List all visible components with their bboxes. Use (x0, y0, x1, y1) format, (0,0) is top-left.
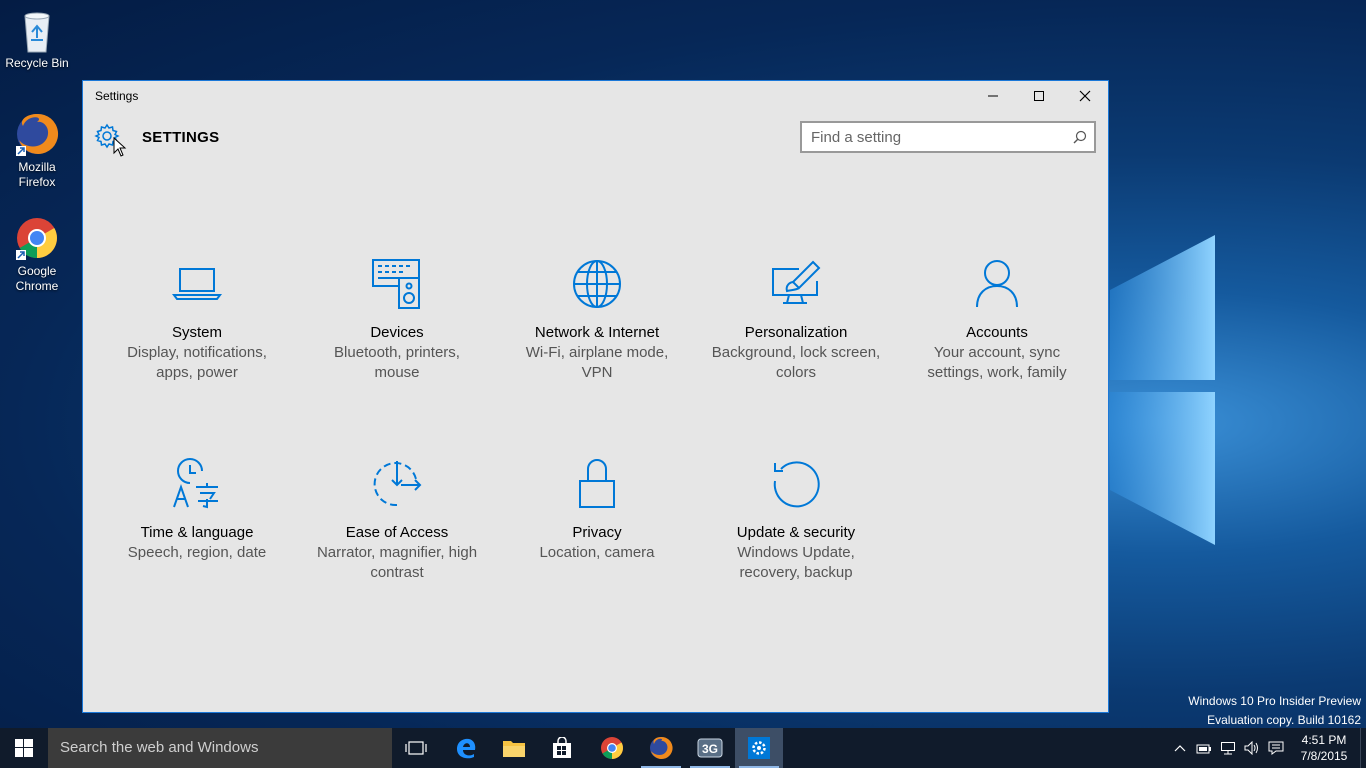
category-name: Network & Internet (534, 324, 660, 341)
build-watermark: Windows 10 Pro Insider Preview Evaluatio… (1188, 692, 1361, 730)
time-language-icon (173, 458, 218, 509)
firefox-icon (15, 112, 59, 156)
taskbar-store[interactable] (538, 728, 586, 768)
notification-icon (1268, 741, 1284, 755)
category-description: Bluetooth, printers, mouse (334, 344, 460, 381)
start-button[interactable] (0, 728, 48, 768)
category-update-security[interactable]: Update & security Windows Update, recove… (711, 457, 881, 583)
desktop-icon-label: Recycle Bin (5, 56, 69, 70)
task-view-button[interactable] (392, 728, 440, 768)
svg-text:3G: 3G (702, 742, 718, 756)
category-name: Personalization (744, 324, 848, 341)
category-network[interactable]: Network & Internet Wi-Fi, airplane mode,… (512, 257, 682, 383)
taskbar-search-box[interactable]: Search the web and Windows (48, 728, 392, 768)
category-description: Location, camera (539, 544, 655, 561)
speaker-icon (1244, 741, 1258, 755)
minimize-icon (988, 95, 998, 97)
battery-icon (1196, 744, 1211, 754)
category-description: Display, notifications, apps, power (127, 344, 267, 381)
category-description: Speech, region, date (127, 544, 267, 561)
taskbar: Search the web and Windows 3G 4:51 PM 7/… (0, 728, 1366, 768)
mouse-cursor (113, 137, 127, 157)
laptop-icon (172, 268, 222, 300)
taskbar-chrome[interactable] (588, 728, 636, 768)
category-system[interactable]: System Display, notifications, apps, pow… (112, 257, 282, 383)
devices-icon (372, 259, 420, 309)
close-icon (1079, 90, 1091, 102)
category-description: Wi-Fi, airplane mode, VPN (525, 344, 669, 381)
title-bar[interactable]: Settings (83, 81, 1108, 111)
show-desktop-button[interactable] (1360, 728, 1366, 768)
close-button[interactable] (1062, 81, 1108, 111)
store-icon (553, 737, 571, 758)
settings-header: SETTINGS (83, 111, 1108, 161)
globe-icon (573, 260, 621, 308)
volume-tray-button[interactable] (1240, 728, 1264, 768)
search-icon[interactable] (1066, 130, 1094, 144)
category-description: Narrator, magnifier, high contrast (316, 544, 478, 581)
search-input[interactable] (802, 123, 1066, 151)
folder-icon (503, 741, 525, 757)
category-privacy[interactable]: Privacy Location, camera (512, 457, 682, 563)
category-name: Ease of Access (345, 524, 449, 541)
category-accounts[interactable]: Accounts Your account, sync settings, wo… (912, 257, 1082, 383)
3g-app-icon: 3G (697, 738, 723, 758)
taskbar-firefox[interactable] (637, 728, 685, 768)
category-devices[interactable]: Devices Bluetooth, printers, mouse (312, 257, 482, 383)
lock-icon (579, 459, 615, 508)
desktop-icon-chrome[interactable]: Google Chrome (2, 216, 72, 294)
category-time-language[interactable]: Time & language Speech, region, date (112, 457, 282, 563)
ease-of-access-icon (373, 461, 422, 507)
page-title: SETTINGS (142, 129, 220, 146)
task-view-icon (405, 741, 427, 755)
maximize-button[interactable] (1016, 81, 1062, 111)
desktop-icon-recycle-bin[interactable]: Recycle Bin (2, 8, 72, 71)
category-name: Update & security (736, 524, 856, 541)
chevron-up-icon (1174, 745, 1186, 752)
category-description: Background, lock screen, colors (711, 344, 881, 381)
category-name: System (171, 324, 222, 341)
category-name: Time & language (140, 524, 254, 541)
taskbar-3g-app[interactable]: 3G (686, 728, 734, 768)
settings-window: Settings SETTINGS System (82, 80, 1109, 713)
clock[interactable]: 4:51 PM 7/8/2015 (1288, 728, 1360, 768)
taskbar-edge[interactable] (442, 728, 490, 768)
settings-gear-icon (748, 737, 770, 759)
category-description: Your account, sync settings, work, famil… (927, 344, 1067, 381)
find-setting-search[interactable] (800, 121, 1096, 153)
clock-date: 7/8/2015 (1300, 749, 1348, 763)
paintbrush-icon (772, 260, 821, 304)
desktop-icon-label: Mozilla Firefox (18, 160, 56, 189)
taskbar-settings[interactable] (735, 728, 783, 768)
watermark-line: Windows 10 Pro Insider Preview (1188, 694, 1361, 708)
edge-icon (457, 738, 476, 759)
category-name: Devices (370, 324, 424, 341)
window-title: Settings (95, 89, 139, 103)
taskbar-file-explorer[interactable] (490, 728, 538, 768)
desktop-icon-firefox[interactable]: Mozilla Firefox (2, 112, 72, 190)
network-icon (1221, 742, 1235, 755)
clock-time: 4:51 PM (1301, 733, 1347, 747)
chrome-icon (15, 216, 59, 260)
action-center-button[interactable] (1264, 728, 1288, 768)
chrome-icon (601, 737, 623, 759)
category-description: Windows Update, recovery, backup (737, 544, 855, 581)
windows-logo-icon (15, 739, 33, 757)
update-icon (773, 461, 820, 508)
desktop-icon-label: Google Chrome (15, 264, 59, 293)
category-ease-of-access[interactable]: Ease of Access Narrator, magnifier, high… (312, 457, 482, 583)
category-name: Privacy (572, 524, 622, 541)
power-tray-button[interactable] (1192, 728, 1216, 768)
network-tray-button[interactable] (1216, 728, 1240, 768)
category-personalization[interactable]: Personalization Background, lock screen,… (711, 257, 881, 383)
minimize-button[interactable] (970, 81, 1016, 111)
category-name: Accounts (966, 324, 1028, 341)
taskbar-search-placeholder: Search the web and Windows (60, 739, 259, 756)
recycle-bin-icon (15, 8, 59, 53)
maximize-icon (1034, 91, 1044, 101)
person-icon (976, 260, 1018, 308)
show-hidden-icons-button[interactable] (1168, 728, 1192, 768)
firefox-icon (650, 736, 673, 759)
system-tray: 4:51 PM 7/8/2015 (1168, 728, 1366, 768)
